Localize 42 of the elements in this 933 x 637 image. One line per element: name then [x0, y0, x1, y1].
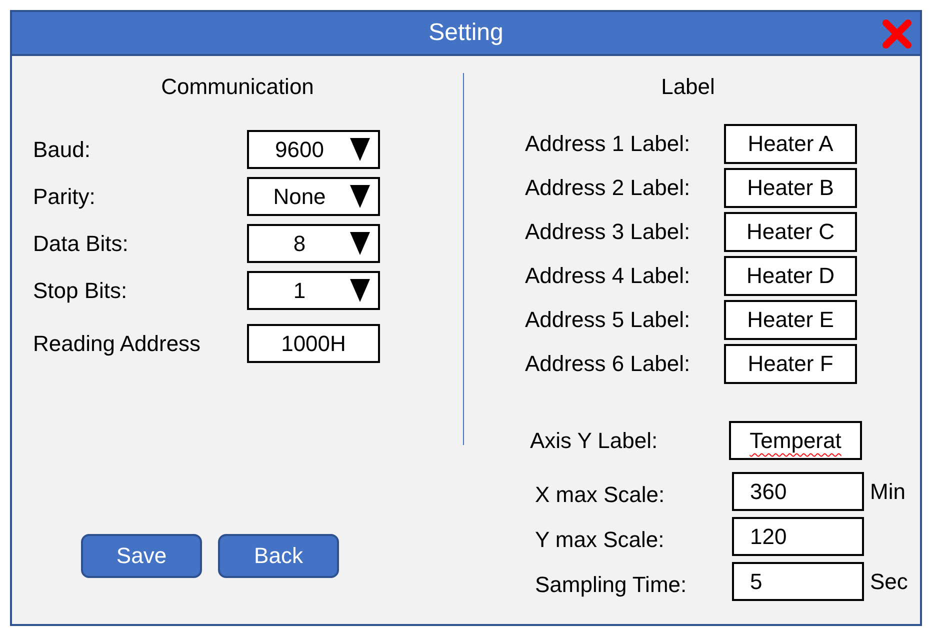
field-label: Address 3 Label:	[525, 218, 692, 246]
field-label: Sampling Time:	[535, 570, 688, 598]
field-label: Parity:	[33, 182, 96, 210]
field-label: Y max Scale:	[535, 526, 666, 554]
input-field[interactable]: Heater F	[724, 344, 857, 384]
back-button[interactable]: Back	[218, 534, 339, 578]
unit-label: Min	[870, 478, 906, 506]
section-heading: Communication	[161, 73, 314, 101]
field-label: X max Scale:	[535, 480, 666, 508]
field-label: Address 2 Label:	[525, 174, 692, 202]
section-heading: Label	[661, 73, 715, 101]
field-label: Address 5 Label:	[525, 306, 692, 334]
input-field[interactable]: 5	[732, 562, 864, 601]
input-field[interactable]: Heater B	[724, 168, 857, 208]
input-field[interactable]: Temperat	[729, 421, 862, 460]
save-button[interactable]: Save	[81, 534, 202, 578]
caret-icon	[350, 279, 370, 302]
close-icon[interactable]	[882, 19, 912, 49]
input-field[interactable]: Heater C	[724, 212, 857, 252]
field-label: Address 1 Label:	[525, 130, 692, 158]
input-field[interactable]: Heater E	[724, 300, 857, 340]
field-label: Stop Bits:	[33, 276, 128, 304]
caret-icon	[350, 185, 370, 208]
field-label: Axis Y Label:	[530, 426, 659, 454]
field-label: Address 4 Label:	[525, 262, 692, 290]
dropdown[interactable]: 1	[247, 271, 380, 310]
unit-label: Sec	[870, 568, 908, 596]
input-field[interactable]: Heater D	[724, 256, 857, 296]
input-field[interactable]: 120	[732, 517, 864, 556]
dropdown[interactable]: 8	[247, 224, 380, 263]
input-field[interactable]: 1000H	[247, 324, 380, 363]
field-label: Reading Address	[33, 330, 202, 358]
caret-icon	[350, 138, 370, 161]
field-label: Data Bits:	[33, 230, 130, 258]
dropdown[interactable]: None	[247, 177, 380, 216]
input-field[interactable]: Heater A	[724, 124, 857, 164]
field-label: Address 6 Label:	[525, 350, 692, 378]
dropdown[interactable]: 9600	[247, 130, 380, 169]
caret-icon	[350, 232, 370, 255]
field-label: Baud:	[33, 136, 92, 164]
window-title: Setting	[428, 18, 504, 48]
input-field[interactable]: 360	[732, 472, 864, 511]
